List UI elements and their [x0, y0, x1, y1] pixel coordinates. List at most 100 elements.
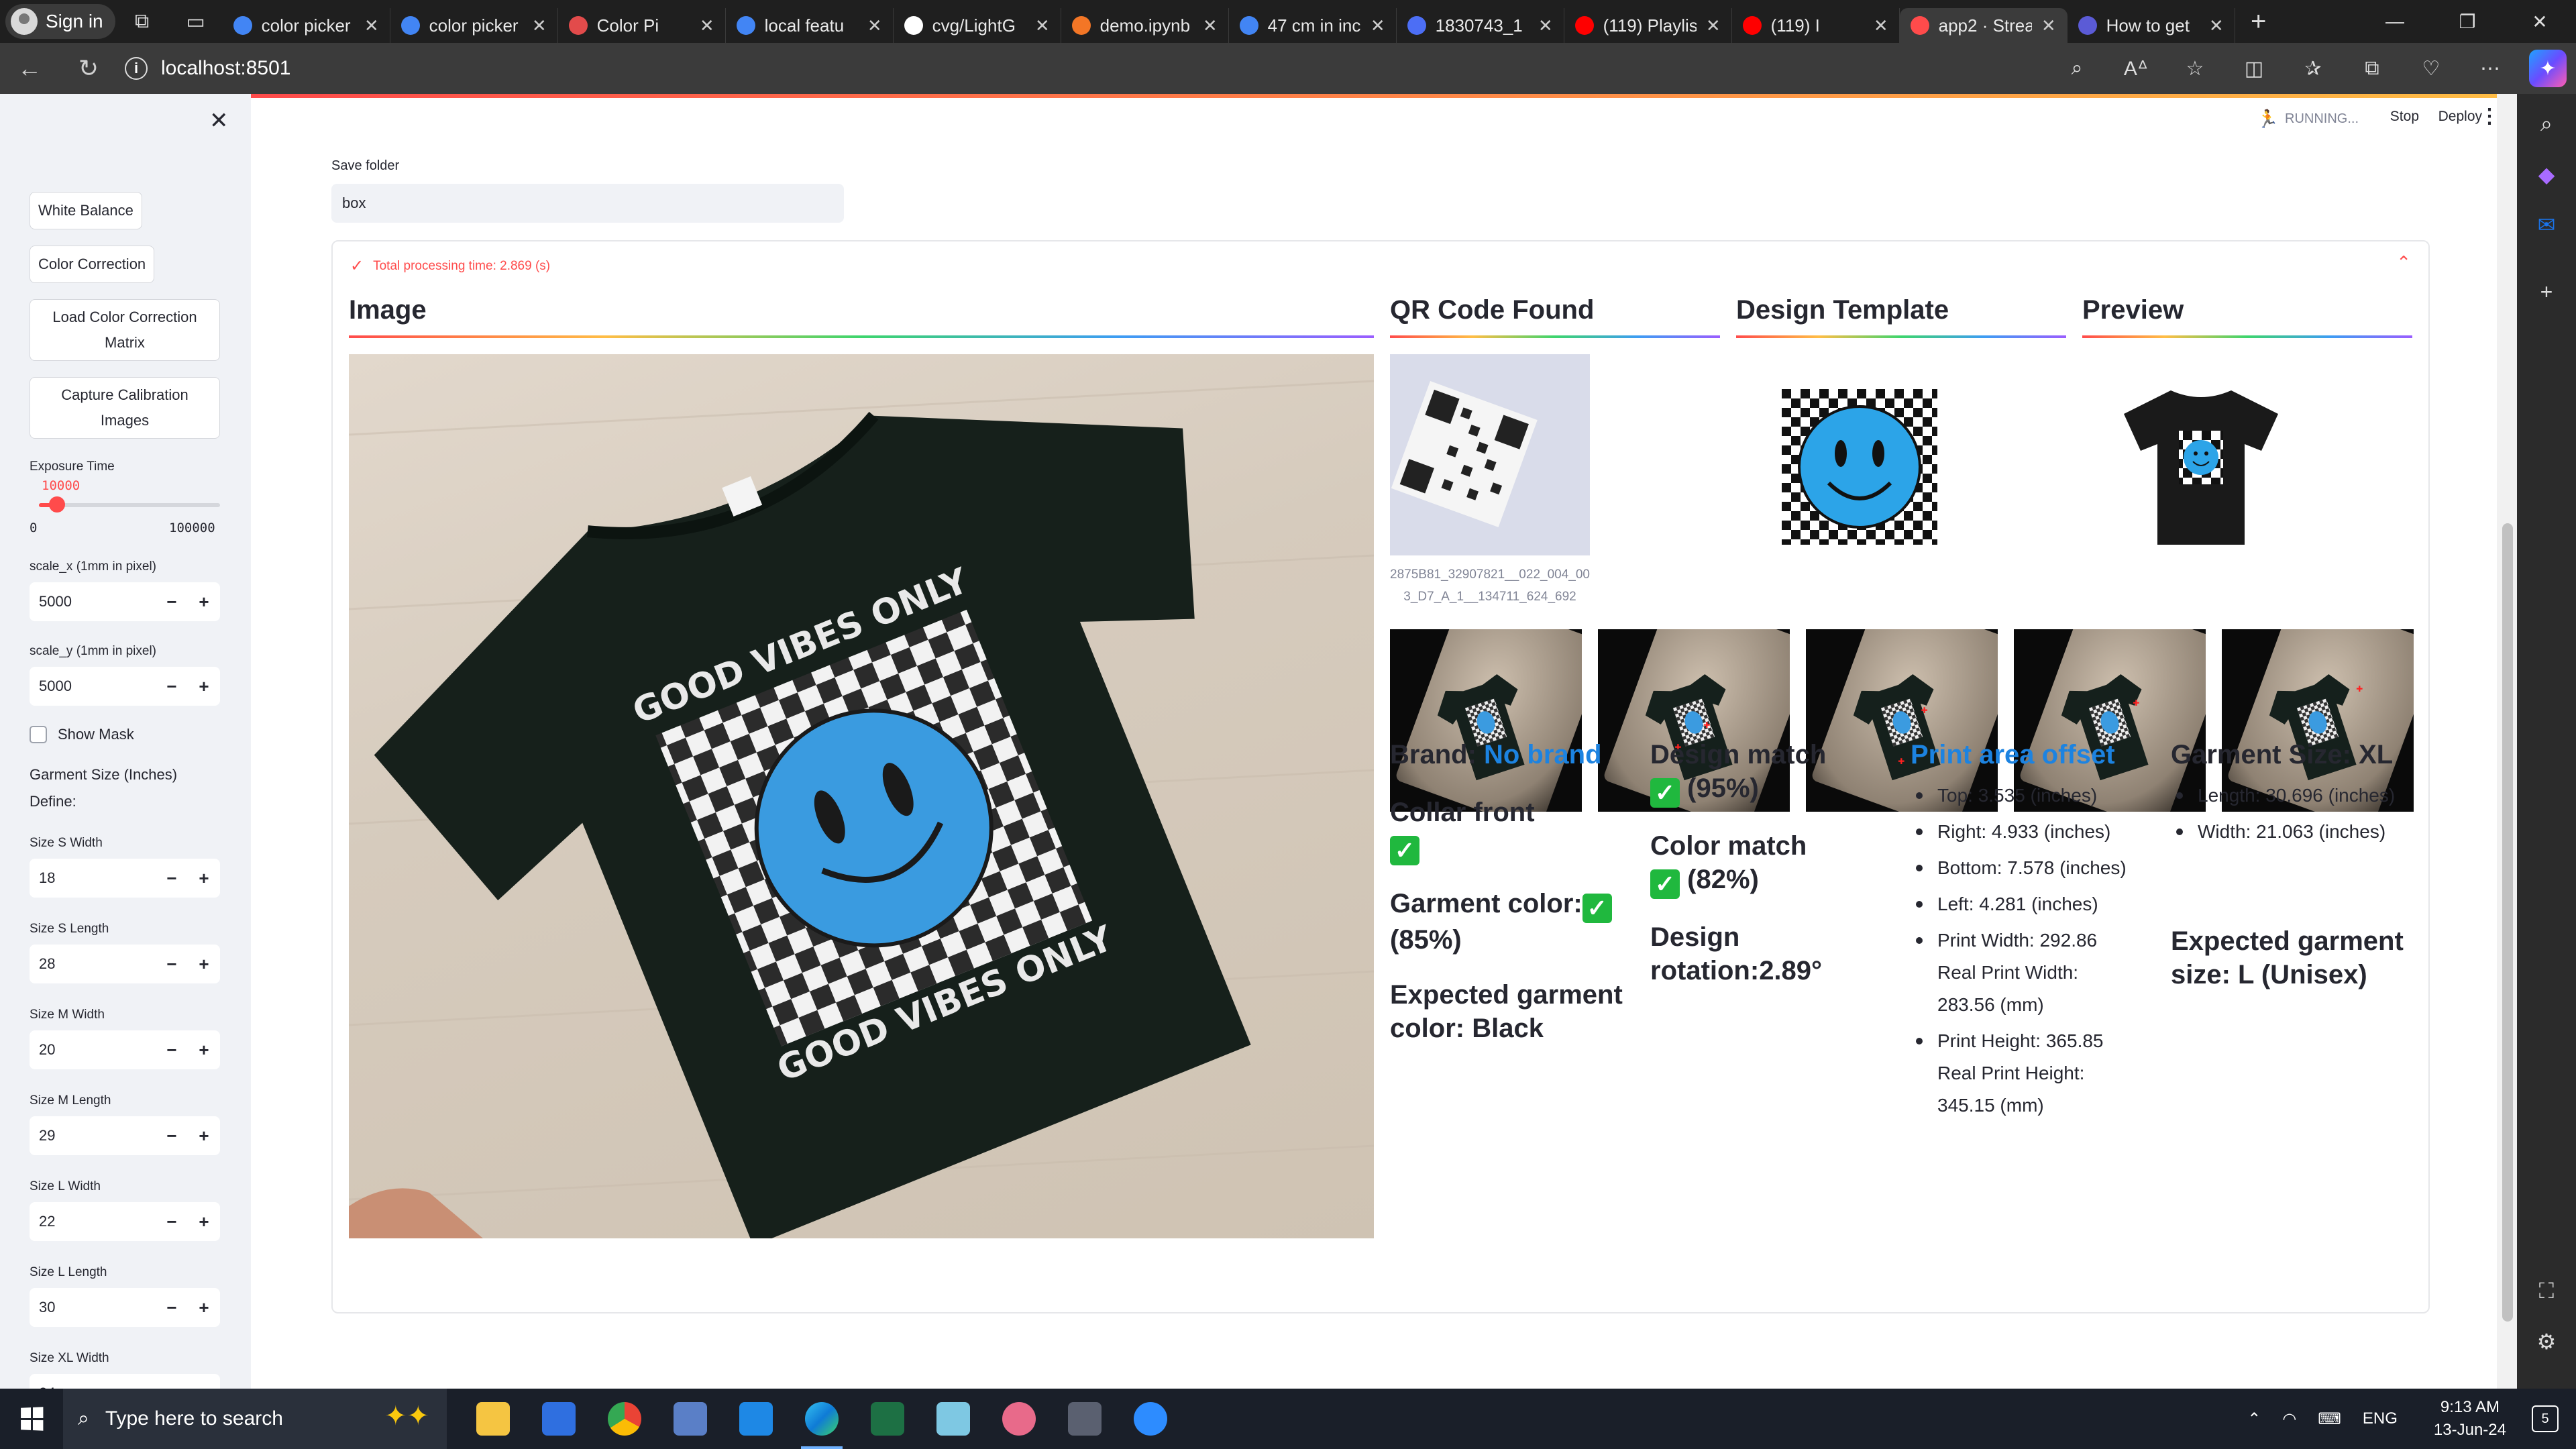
scrollbar-thumb[interactable] — [2502, 523, 2513, 1322]
save-folder-input[interactable]: box — [331, 184, 844, 223]
wifi-icon[interactable]: ◠ — [2271, 1409, 2307, 1429]
keyboard-icon[interactable]: ⌨ — [2307, 1409, 2352, 1429]
restore-icon[interactable]: ❐ — [2431, 0, 2504, 43]
scale-x-value[interactable]: 5000 — [30, 593, 156, 610]
expander-header[interactable]: ✓ Total processing time: 2.869 (s) — [350, 256, 550, 276]
notification-icon[interactable]: 5 — [2532, 1405, 2559, 1432]
size-value[interactable]: 28 — [30, 955, 156, 973]
more-menu-icon[interactable]: ⋯ — [2461, 43, 2520, 94]
close-tab-icon[interactable]: ✕ — [1203, 15, 1218, 36]
show-mask-label[interactable]: Show Mask — [58, 726, 134, 743]
increment-button[interactable]: + — [188, 945, 220, 983]
decrement-button[interactable]: − — [156, 1374, 188, 1389]
url-field[interactable]: i localhost:8501 — [125, 50, 2021, 87]
close-tab-icon[interactable]: ✕ — [700, 15, 714, 36]
collections-icon[interactable]: ⧉ — [2343, 43, 2402, 94]
increment-button[interactable]: + — [188, 1374, 220, 1389]
taskbar-search[interactable]: ⌕ Type here to search ✦✦ — [63, 1389, 447, 1449]
capture-calibration-button[interactable]: Capture Calibration Images — [30, 377, 220, 439]
performance-icon[interactable]: ♡ — [2402, 43, 2461, 94]
back-icon[interactable]: ← — [0, 43, 59, 94]
size-value[interactable]: 30 — [30, 1299, 156, 1316]
scale-y-decrement[interactable]: − — [156, 667, 188, 706]
decrement-button[interactable]: − — [156, 1202, 188, 1241]
sidebar-settings-icon[interactable]: ⚙ — [2517, 1318, 2576, 1365]
split-screen-icon[interactable]: ◫ — [2224, 43, 2284, 94]
decrement-button[interactable]: − — [156, 1116, 188, 1155]
close-sidebar-icon[interactable]: ✕ — [209, 107, 229, 134]
screenshot-icon[interactable]: ⛶ — [2517, 1268, 2576, 1315]
tab-actions-icon[interactable]: ▭ — [169, 0, 223, 43]
browser-tab[interactable]: (119) Playlis ✕ — [1564, 8, 1732, 43]
close-window-icon[interactable]: ✕ — [2504, 0, 2576, 43]
exposure-slider-thumb[interactable] — [49, 496, 65, 513]
zoom-icon[interactable]: ⌕ — [2047, 43, 2106, 94]
calculator-icon[interactable] — [1052, 1389, 1118, 1449]
workspaces-icon[interactable]: ⧉ — [115, 0, 169, 43]
file-explorer-icon[interactable] — [460, 1389, 526, 1449]
size-value[interactable]: 22 — [30, 1213, 156, 1230]
scale-y-input[interactable]: 5000 − + — [30, 667, 220, 706]
size-value[interactable]: 20 — [30, 1041, 156, 1059]
notepad-icon[interactable] — [920, 1389, 986, 1449]
network-app-icon[interactable] — [657, 1389, 723, 1449]
outlook-icon[interactable]: ✉ — [2517, 201, 2576, 248]
minimize-icon[interactable]: — — [2359, 0, 2431, 43]
new-tab-button[interactable]: + — [2235, 0, 2282, 43]
collapse-chevron-icon[interactable]: ⌃ — [2396, 252, 2411, 273]
close-tab-icon[interactable]: ✕ — [867, 15, 882, 36]
color-correction-button[interactable]: Color Correction — [30, 246, 155, 283]
close-tab-icon[interactable]: ✕ — [1706, 15, 1721, 36]
favorite-star-icon[interactable]: ☆ — [2165, 43, 2224, 94]
browser-tab[interactable]: local featu ✕ — [726, 8, 894, 43]
chrome-icon[interactable] — [592, 1389, 657, 1449]
size-value[interactable]: 29 — [30, 1127, 156, 1144]
browser-tab[interactable]: Color Pi ✕ — [558, 8, 726, 43]
scale-x-input[interactable]: 5000 − + — [30, 582, 220, 621]
stop-button[interactable]: Stop — [2390, 109, 2419, 125]
browser-tab[interactable]: How to get ✕ — [2068, 8, 2235, 43]
increment-button[interactable]: + — [188, 1288, 220, 1327]
store-icon[interactable] — [526, 1389, 592, 1449]
tray-overflow-icon[interactable]: ⌃ — [2237, 1409, 2271, 1429]
size-number-input[interactable]: 30− + — [30, 1288, 220, 1327]
scale-x-increment[interactable]: + — [188, 582, 220, 621]
browser-tab[interactable]: 47 cm in inc ✕ — [1229, 8, 1397, 43]
browser-tab[interactable]: app2 · Strea ✕ — [1899, 8, 2068, 43]
search-icon[interactable]: ⌕ — [2517, 101, 2576, 148]
language-indicator[interactable]: ENG — [2352, 1409, 2408, 1428]
close-tab-icon[interactable]: ✕ — [532, 15, 547, 36]
white-balance-button[interactable]: White Balance — [30, 192, 142, 229]
edge-icon[interactable] — [789, 1389, 855, 1449]
close-tab-icon[interactable]: ✕ — [1035, 15, 1050, 36]
increment-button[interactable]: + — [188, 1202, 220, 1241]
increment-button[interactable]: + — [188, 859, 220, 898]
site-info-icon[interactable]: i — [125, 57, 148, 80]
vscode-icon[interactable] — [723, 1389, 789, 1449]
decrement-button[interactable]: − — [156, 945, 188, 983]
close-tab-icon[interactable]: ✕ — [364, 15, 379, 36]
decrement-button[interactable]: − — [156, 859, 188, 898]
close-tab-icon[interactable]: ✕ — [1371, 15, 1385, 36]
start-button[interactable] — [0, 1389, 63, 1449]
close-tab-icon[interactable]: ✕ — [1874, 15, 1888, 36]
profile-button[interactable]: Sign in — [5, 4, 115, 39]
excel-icon[interactable] — [855, 1389, 920, 1449]
scale-x-decrement[interactable]: − — [156, 582, 188, 621]
paint-icon[interactable] — [986, 1389, 1052, 1449]
close-tab-icon[interactable]: ✕ — [1538, 15, 1553, 36]
size-number-input[interactable]: 22− + — [30, 1202, 220, 1241]
copilot-icon[interactable]: ✦ — [2529, 50, 2567, 87]
scale-y-increment[interactable]: + — [188, 667, 220, 706]
close-tab-icon[interactable]: ✕ — [2041, 15, 2056, 36]
copilot-side-icon[interactable]: ◆ — [2517, 151, 2576, 198]
refresh-icon[interactable]: ↻ — [59, 43, 118, 94]
decrement-button[interactable]: − — [156, 1030, 188, 1069]
read-aloud-icon[interactable]: Aᐞ — [2106, 43, 2165, 94]
main-scrollbar[interactable] — [2497, 94, 2517, 1389]
add-sidebar-app-icon[interactable]: + — [2517, 268, 2576, 315]
browser-tab[interactable]: demo.ipynb ✕ — [1061, 8, 1229, 43]
browser-tab[interactable]: color picker ✕ — [390, 8, 558, 43]
size-number-input[interactable]: 28− + — [30, 945, 220, 983]
show-mask-checkbox[interactable] — [30, 726, 47, 743]
